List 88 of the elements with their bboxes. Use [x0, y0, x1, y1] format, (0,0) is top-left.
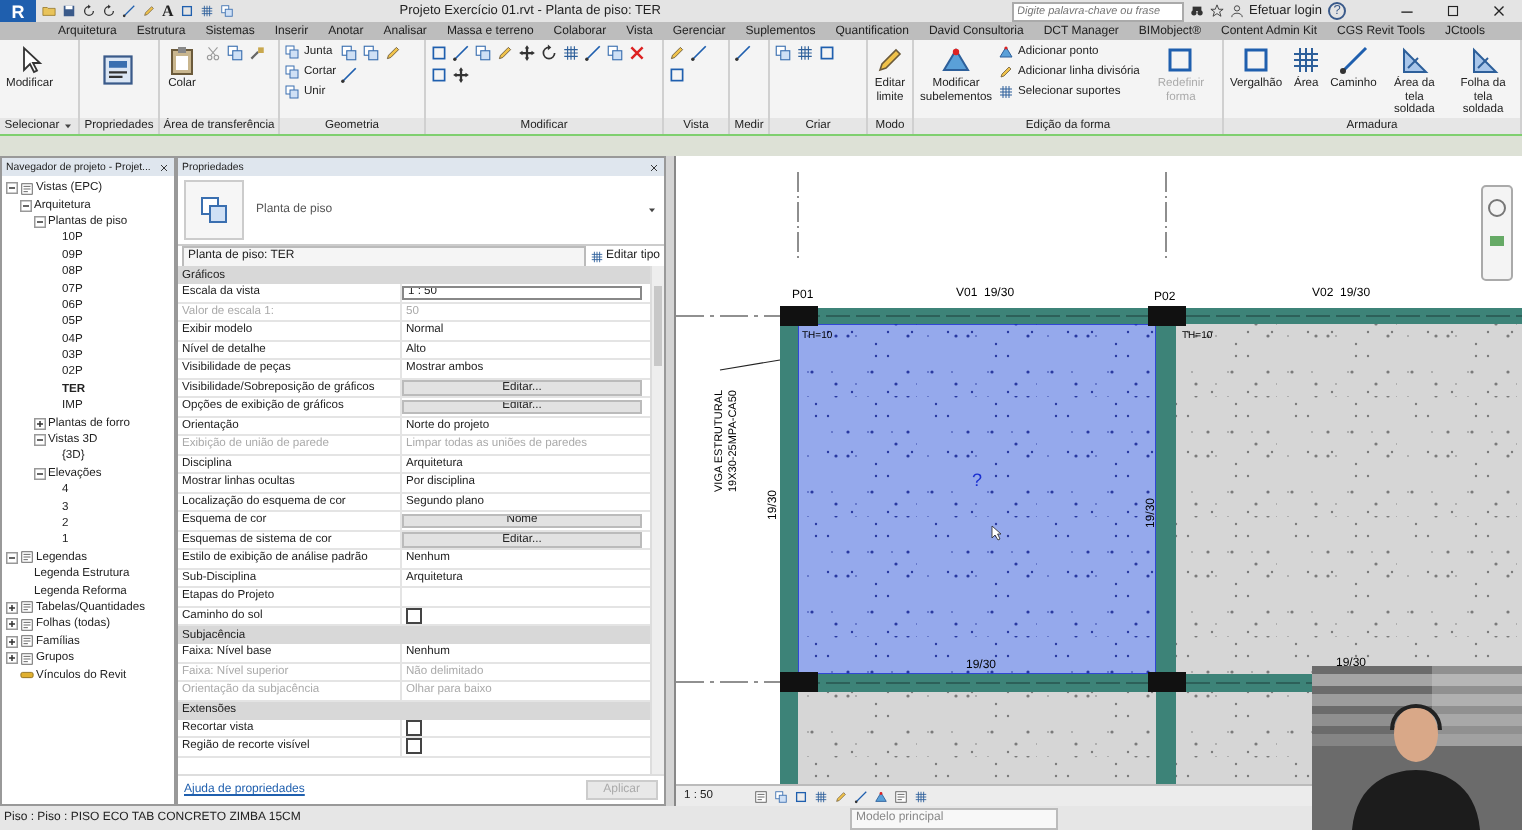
grid-icon[interactable]	[199, 4, 214, 18]
close-icon[interactable]	[648, 161, 660, 173]
star-icon[interactable]	[1209, 4, 1223, 18]
line-icon	[1337, 44, 1370, 76]
grid-icon[interactable]	[796, 44, 814, 62]
rotate-icon[interactable]	[540, 44, 558, 62]
copy-icon[interactable]	[219, 4, 234, 18]
expand-toggle[interactable]	[6, 652, 18, 665]
grid-icon	[998, 84, 1014, 100]
pencil-icon[interactable]	[384, 44, 403, 62]
grid-line	[1165, 171, 1167, 261]
cursor-icon	[991, 525, 1002, 541]
collapse-toggle[interactable]	[6, 551, 18, 564]
square-icon[interactable]	[430, 44, 448, 62]
grid-line	[676, 315, 781, 317]
point-icon	[940, 44, 972, 76]
line-icon[interactable]	[584, 44, 602, 62]
square-icon	[1164, 44, 1197, 76]
sheet-icon[interactable]	[753, 789, 768, 803]
pencil-icon[interactable]	[668, 44, 686, 62]
cross-icon[interactable]	[628, 44, 646, 62]
collapse-toggle[interactable]	[6, 182, 18, 195]
triangle-icon	[1398, 44, 1431, 76]
checkbox[interactable]	[406, 738, 422, 755]
copy-icon[interactable]	[773, 789, 788, 803]
grid-icon[interactable]	[913, 789, 928, 803]
square-icon[interactable]	[179, 4, 194, 18]
square-icon	[1240, 44, 1273, 76]
expand-toggle[interactable]	[6, 635, 18, 648]
expand-toggle[interactable]	[34, 417, 46, 430]
collapse-toggle[interactable]	[34, 215, 46, 228]
close-icon[interactable]	[158, 161, 170, 173]
column	[780, 672, 818, 692]
caret-icon[interactable]	[61, 120, 74, 132]
line-icon[interactable]	[340, 66, 359, 84]
copy-icon[interactable]	[774, 44, 792, 62]
room-tag: ?	[972, 470, 983, 490]
navigation-bar[interactable]	[1481, 185, 1513, 281]
grid-icon[interactable]	[562, 44, 580, 62]
square-icon[interactable]	[793, 789, 808, 803]
line-icon[interactable]	[690, 44, 708, 62]
close-icon[interactable]	[1490, 2, 1508, 20]
expand-toggle[interactable]	[6, 601, 18, 614]
grid-line	[797, 171, 799, 261]
grid-icon	[1290, 44, 1323, 76]
column	[780, 306, 818, 326]
point-icon	[998, 44, 1014, 60]
collapse-toggle[interactable]	[34, 467, 46, 480]
copy-icon[interactable]	[606, 44, 624, 62]
point-icon[interactable]	[873, 789, 888, 803]
scrollbar-thumb[interactable]	[654, 286, 662, 366]
copy-icon	[198, 194, 230, 226]
scissors-icon[interactable]	[204, 44, 222, 62]
pencil-icon	[874, 44, 906, 76]
move-icon[interactable]	[452, 66, 470, 84]
square-icon[interactable]	[818, 44, 836, 62]
triangle-icon	[1467, 44, 1500, 76]
collapse-toggle[interactable]	[20, 199, 32, 212]
line-icon[interactable]	[734, 44, 752, 62]
line-icon[interactable]	[122, 4, 136, 18]
grid-icon[interactable]	[813, 789, 828, 803]
properties-icon[interactable]	[100, 52, 136, 88]
move-icon[interactable]	[518, 44, 536, 62]
leader-line	[719, 359, 781, 371]
grid-icon	[589, 249, 604, 263]
caret-icon[interactable]	[646, 204, 658, 216]
expand-toggle[interactable]	[6, 618, 18, 631]
sheet-icon	[20, 550, 34, 565]
user-icon[interactable]	[1229, 4, 1243, 18]
square-icon[interactable]	[668, 66, 686, 84]
sheet-icon[interactable]	[893, 789, 908, 803]
sheet-icon	[20, 181, 34, 196]
square-icon[interactable]	[430, 66, 448, 84]
folder-icon[interactable]	[42, 4, 56, 18]
column	[1148, 672, 1186, 692]
grid-line	[676, 681, 781, 683]
brush-icon[interactable]	[248, 44, 266, 62]
line-icon[interactable]	[452, 44, 470, 62]
binoculars-icon[interactable]	[1189, 4, 1203, 18]
line-icon[interactable]	[853, 789, 868, 803]
app-logo[interactable]: R	[0, 0, 36, 22]
maximize-icon[interactable]	[1444, 2, 1462, 20]
copy-icon[interactable]	[474, 44, 492, 62]
collapse-toggle[interactable]	[34, 434, 46, 447]
pencil-icon	[998, 64, 1014, 80]
copy-icon[interactable]	[226, 44, 244, 62]
text-tool[interactable]: A	[162, 2, 174, 20]
column	[1148, 306, 1186, 326]
